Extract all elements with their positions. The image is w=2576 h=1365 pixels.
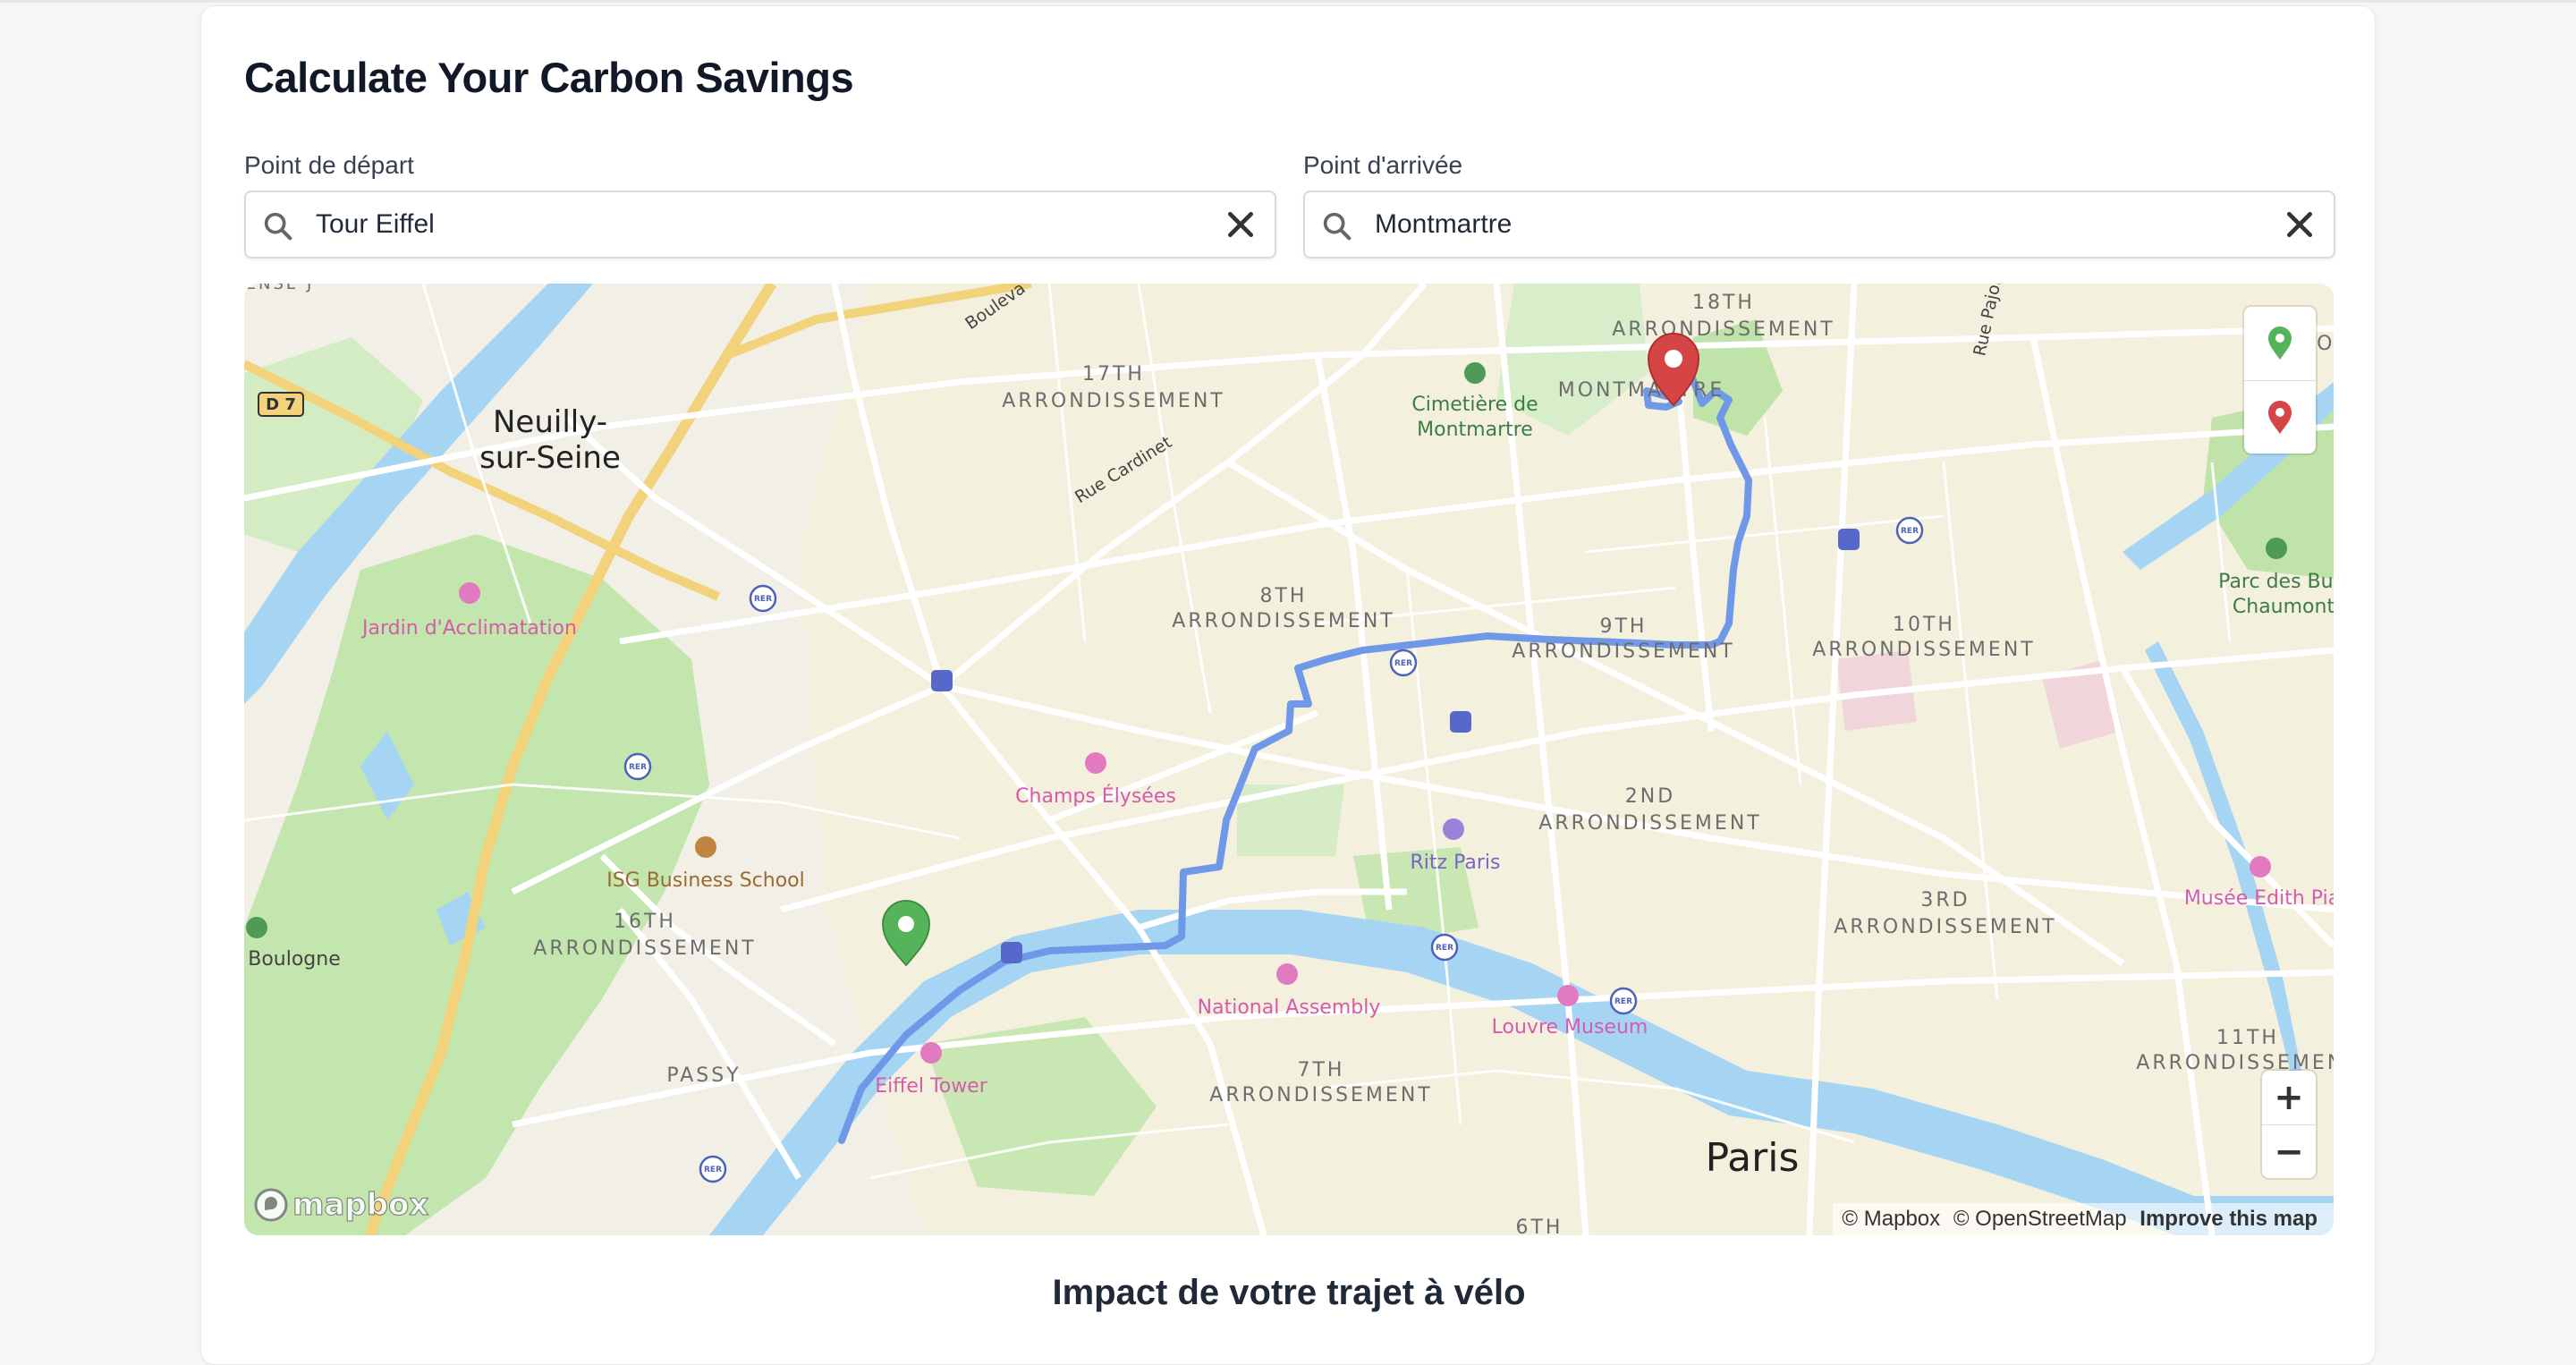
impact-heading: Impact de votre trajet à vélo [1052,1273,1526,1312]
end-label: Point d'arrivée [1303,151,1463,179]
label-arr17-b: ARRONDISSEMENT [1002,390,1224,412]
page-title: Calculate Your Carbon Savings [244,54,854,101]
start-marker-button[interactable] [2244,307,2316,380]
label-arr2-a: 2ND [1625,785,1675,808]
label-montmartre: MONTMARTRE [1558,379,1725,402]
label-arr16-b: ARRONDISSEMENT [533,937,756,960]
label-arr18-b: ARRONDISSEMENT [1612,318,1835,341]
poi-eiffel: Eiffel Tower [875,1075,987,1098]
clear-icon[interactable] [1223,207,1258,242]
label-passy: PASSY [666,1064,741,1087]
poi-musee: Musée Edith Pia [2184,887,2334,910]
map-canvas[interactable]: RER RER RER RER RER RER RER D 7 Neuilly- sur-S… [244,284,2334,1235]
road-shield-d7: D 7 [266,395,296,414]
svg-text:RER: RER [704,1166,722,1174]
poi-champs: Champs Élysées [1015,784,1176,808]
zoom-controls: + − [2262,1071,2316,1178]
mapbox-logo-icon [254,1188,288,1222]
label-arr10-a: 10TH [1893,614,1955,636]
label-paris: Paris [1706,1135,1800,1181]
poi-national-assembly: National Assembly [1198,996,1381,1019]
svg-text:RER: RER [629,763,647,772]
red-pin-icon [2268,400,2292,434]
svg-text:RER: RER [754,595,772,604]
label-arr2-b: ARRONDISSEMENT [1538,812,1761,835]
marker-controls [2244,307,2316,454]
poi-ritz: Ritz Paris [1411,852,1501,874]
label-neuilly-1: Neuilly- [493,404,607,440]
clear-icon[interactable] [2282,207,2318,242]
end-marker-button[interactable] [2244,380,2316,454]
poi-louvre: Louvre Museum [1492,1016,1648,1039]
label-arr17-a: 17TH [1082,363,1145,386]
search-icon [1323,212,1352,241]
label-arr8-a: 8TH [1260,585,1308,607]
label-arr18-a: 18TH [1692,292,1755,314]
end-input[interactable] [1375,205,2233,244]
poi-cimetiere-1: Cimetière de [1411,394,1538,416]
label-arr9-b: ARRONDISSEMENT [1512,640,1734,663]
label-neuilly-2: sur-Seine [479,440,621,476]
green-pin-icon [2268,326,2292,360]
poi-isg: ISG Business School [606,869,805,892]
label-arr6: 6TH [1516,1217,1563,1235]
label-arr8-b: ARRONDISSEMENT [1172,610,1394,632]
attribution-osm-link[interactable]: © OpenStreetMap [1953,1207,2127,1231]
mapbox-logo[interactable]: mapbox [253,1186,429,1224]
attribution-mapbox-link[interactable]: © Mapbox [1842,1207,1940,1231]
svg-text:RER: RER [1394,659,1412,668]
end-search-box [1303,191,2335,259]
improve-map-link[interactable]: Improve this map [2140,1207,2318,1231]
label-arr7-a: 7TH [1298,1059,1345,1081]
label-boulogne: Boulogne [248,948,341,971]
label-arr16-a: 16TH [614,911,676,933]
route-map[interactable]: RER RER RER RER RER RER RER D 7 Neuilly-… [244,284,2334,1235]
svg-text:RER: RER [1901,527,1919,536]
label-arr11-a: 11TH [2216,1027,2279,1049]
map-attribution: © Mapbox © OpenStreetMap Improve this ma… [1833,1203,2334,1235]
calculator-card: Calculate Your Carbon Savings Point de d… [200,5,2376,1365]
top-border [0,0,2576,3]
label-arr10-b: ARRONDISSEMENT [1812,639,2035,661]
svg-text:RER: RER [1436,944,1453,953]
label-arr3-a: 3RD [1920,889,1970,911]
start-input[interactable] [316,205,1174,244]
start-label: Point de départ [244,151,414,179]
poi-jardin: Jardin d'Acclimatation [360,617,577,640]
search-icon [264,212,292,241]
zoom-in-button[interactable]: + [2262,1071,2316,1124]
start-search-box [244,191,1276,259]
mapbox-logo-text: mapbox [292,1186,429,1223]
label-ense: ENSE J [246,284,315,293]
label-arr9-a: 9TH [1600,615,1648,638]
poi-cimetiere-2: Montmartre [1417,419,1533,441]
label-arr7-b: ARRONDISSEMENT [1209,1084,1432,1106]
poi-parc-2: Chaumont [2233,596,2334,618]
label-arr3-b: ARRONDISSEMENT [1834,916,2056,938]
svg-text:RER: RER [1614,997,1632,1006]
poi-parc-1: Parc des Butt [2218,571,2334,593]
zoom-out-button[interactable]: − [2262,1124,2316,1178]
